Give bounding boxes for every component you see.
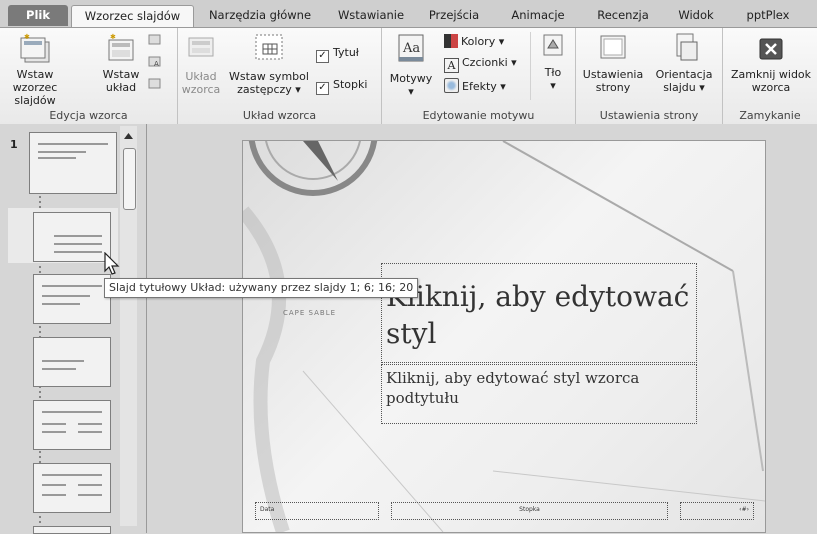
close-icon	[759, 38, 783, 60]
group-label-edit-master: Edycja wzorca	[49, 109, 128, 122]
footer-placeholder[interactable]: Stopka	[391, 502, 668, 520]
tab-slide-master[interactable]: Wzorzec slajdów	[71, 5, 194, 27]
orientation-icon	[676, 33, 698, 61]
title-placeholder-text: Kliknij, aby edytować styl	[386, 280, 690, 350]
footer-placeholder-text: Stopka	[519, 506, 540, 513]
ribbon: ✱ Wstaw wzorzec slajdów ✱ Wstaw układ A …	[0, 27, 817, 125]
close-master-view-button[interactable]: Zamknij widok wzorca	[727, 32, 815, 94]
close-master-view-label: Zamknij widok wzorca	[730, 68, 812, 94]
layout-thumbnail-1[interactable]	[33, 212, 111, 262]
page-setup-button[interactable]: Ustawienia strony	[580, 32, 646, 94]
themes-label: Motywy	[389, 72, 433, 85]
subtitle-placeholder-text: Kliknij, aby edytować styl wzorca podtyt…	[386, 369, 640, 407]
footer-checkbox-label: Stopki	[333, 78, 368, 91]
layout-thumbnail-5[interactable]	[33, 463, 111, 513]
insert-master-button[interactable]: ✱ Wstaw wzorzec slajdów	[4, 32, 66, 107]
background-icon	[543, 34, 563, 56]
tab-home[interactable]: Narzędzia główne	[198, 5, 322, 26]
map-label: CAPE SABLE	[283, 309, 337, 317]
insert-layout-label: Wstaw układ	[102, 68, 140, 94]
insert-placeholder-label: Wstaw symbol zastępczy	[229, 70, 309, 96]
title-checkbox-label: Tytuł	[333, 46, 359, 59]
title-placeholder[interactable]: Kliknij, aby edytować styl	[381, 263, 697, 363]
title-checkbox[interactable]: ✓ Tytuł	[316, 46, 359, 63]
master-small-icons[interactable]: A	[147, 33, 163, 91]
layout-thumbnail-2[interactable]	[33, 274, 111, 324]
title-check-icon: ✓	[316, 50, 329, 63]
svg-text:✱: ✱	[24, 33, 30, 41]
tab-file[interactable]: Plik	[8, 5, 68, 26]
group-label-page-setup: Ustawienia strony	[599, 109, 699, 122]
themes-icon: Aa	[398, 34, 424, 62]
effects-icon	[444, 78, 459, 93]
master-layout-label: Układ wzorca	[181, 70, 221, 96]
fonts-icon: A	[444, 58, 459, 73]
footer-check-icon: ✓	[316, 82, 329, 95]
group-close: Zamknij widok wzorca Zamykanie	[723, 28, 817, 124]
svg-text:A: A	[154, 60, 159, 68]
group-label-edit-theme: Edytowanie motywu	[422, 109, 535, 122]
background-label: Tło	[544, 66, 562, 79]
layout-thumbnail-3[interactable]	[33, 337, 111, 387]
insert-placeholder-button[interactable]: Wstaw symbol zastępczy ▾	[228, 32, 310, 96]
tab-transitions[interactable]: Przejścia	[418, 5, 490, 26]
colors-label: Kolory	[461, 35, 496, 48]
slide-editing-area: CAPE SABLE Kliknij, aby edytować styl Kl…	[147, 124, 817, 533]
scroll-thumb[interactable]	[123, 148, 136, 210]
effects-label: Efekty	[462, 80, 497, 93]
colors-button[interactable]: Kolory ▾	[444, 34, 504, 48]
master-thumbnail[interactable]	[29, 132, 117, 194]
group-edit-theme: Aa Motywy ▾ Kolory ▾ A Czcionki ▾ Efekty …	[382, 28, 576, 124]
tab-review[interactable]: Recenzja	[588, 5, 658, 26]
master-layout-button[interactable]: Układ wzorca	[180, 32, 222, 96]
effects-button[interactable]: Efekty ▾	[444, 78, 506, 93]
group-label-close: Zamykanie	[739, 109, 801, 122]
background-button[interactable]: Tło ▾	[530, 32, 575, 100]
orientation-label: Orientacja slajdu	[655, 68, 713, 94]
insert-layout-icon: ✱	[108, 33, 134, 61]
slide-number: 1	[10, 138, 18, 151]
date-placeholder-text: Data	[260, 506, 275, 513]
placeholder-icon	[255, 34, 283, 60]
tab-view[interactable]: Widok	[668, 5, 724, 26]
group-label-master-layout: Układ wzorca	[242, 109, 317, 122]
mouse-cursor-icon	[104, 252, 120, 275]
slide-number-placeholder-text: ‹#›	[739, 506, 749, 513]
subtitle-placeholder[interactable]: Kliknij, aby edytować styl wzorca podtyt…	[381, 364, 697, 424]
ribbon-tabbar: Plik Wzorzec slajdów Narzędzia główne Ws…	[0, 0, 817, 27]
tab-pptplex[interactable]: pptPlex	[735, 5, 801, 26]
colors-icon	[444, 34, 458, 48]
insert-layout-button[interactable]: ✱ Wstaw układ	[100, 32, 142, 94]
slide-number-placeholder[interactable]: ‹#›	[680, 502, 754, 520]
group-edit-master: ✱ Wstaw wzorzec slajdów ✱ Wstaw układ A …	[0, 28, 178, 124]
layout-tooltip: Slajd tytułowy Układ: używany przez slaj…	[104, 278, 419, 298]
group-master-layout: Układ wzorca Wstaw symbol zastępczy ▾ ✓ T…	[178, 28, 382, 124]
footer-checkbox[interactable]: ✓ Stopki	[316, 78, 367, 95]
scroll-up-icon[interactable]	[123, 132, 134, 140]
tab-insert[interactable]: Wstawianie	[326, 5, 416, 26]
svg-text:✱: ✱	[110, 33, 116, 41]
page-setup-label: Ustawienia strony	[582, 68, 644, 94]
layout-thumbnail-4[interactable]	[33, 400, 111, 450]
thumbnail-scrollbar[interactable]	[120, 126, 137, 526]
fonts-label: Czcionki	[462, 56, 508, 69]
insert-master-label: Wstaw wzorzec slajdów	[12, 68, 58, 107]
svg-text:Aa: Aa	[402, 41, 420, 56]
tab-animations[interactable]: Animacje	[502, 5, 574, 26]
date-placeholder[interactable]: Data	[255, 502, 379, 520]
orientation-button[interactable]: Orientacja slajdu ▾	[650, 32, 718, 94]
insert-master-icon: ✱	[20, 33, 50, 63]
master-layout-icon	[188, 37, 214, 57]
fonts-button[interactable]: A Czcionki ▾	[444, 56, 517, 73]
slide-thumbnail-pane: 1	[0, 124, 147, 534]
page-setup-icon	[600, 35, 626, 59]
group-page-setup: Ustawienia strony Orientacja slajdu ▾ Us…	[576, 28, 723, 124]
themes-button[interactable]: Aa Motywy ▾	[388, 32, 434, 98]
slide-master-layout[interactable]: CAPE SABLE Kliknij, aby edytować styl Kl…	[242, 140, 766, 533]
